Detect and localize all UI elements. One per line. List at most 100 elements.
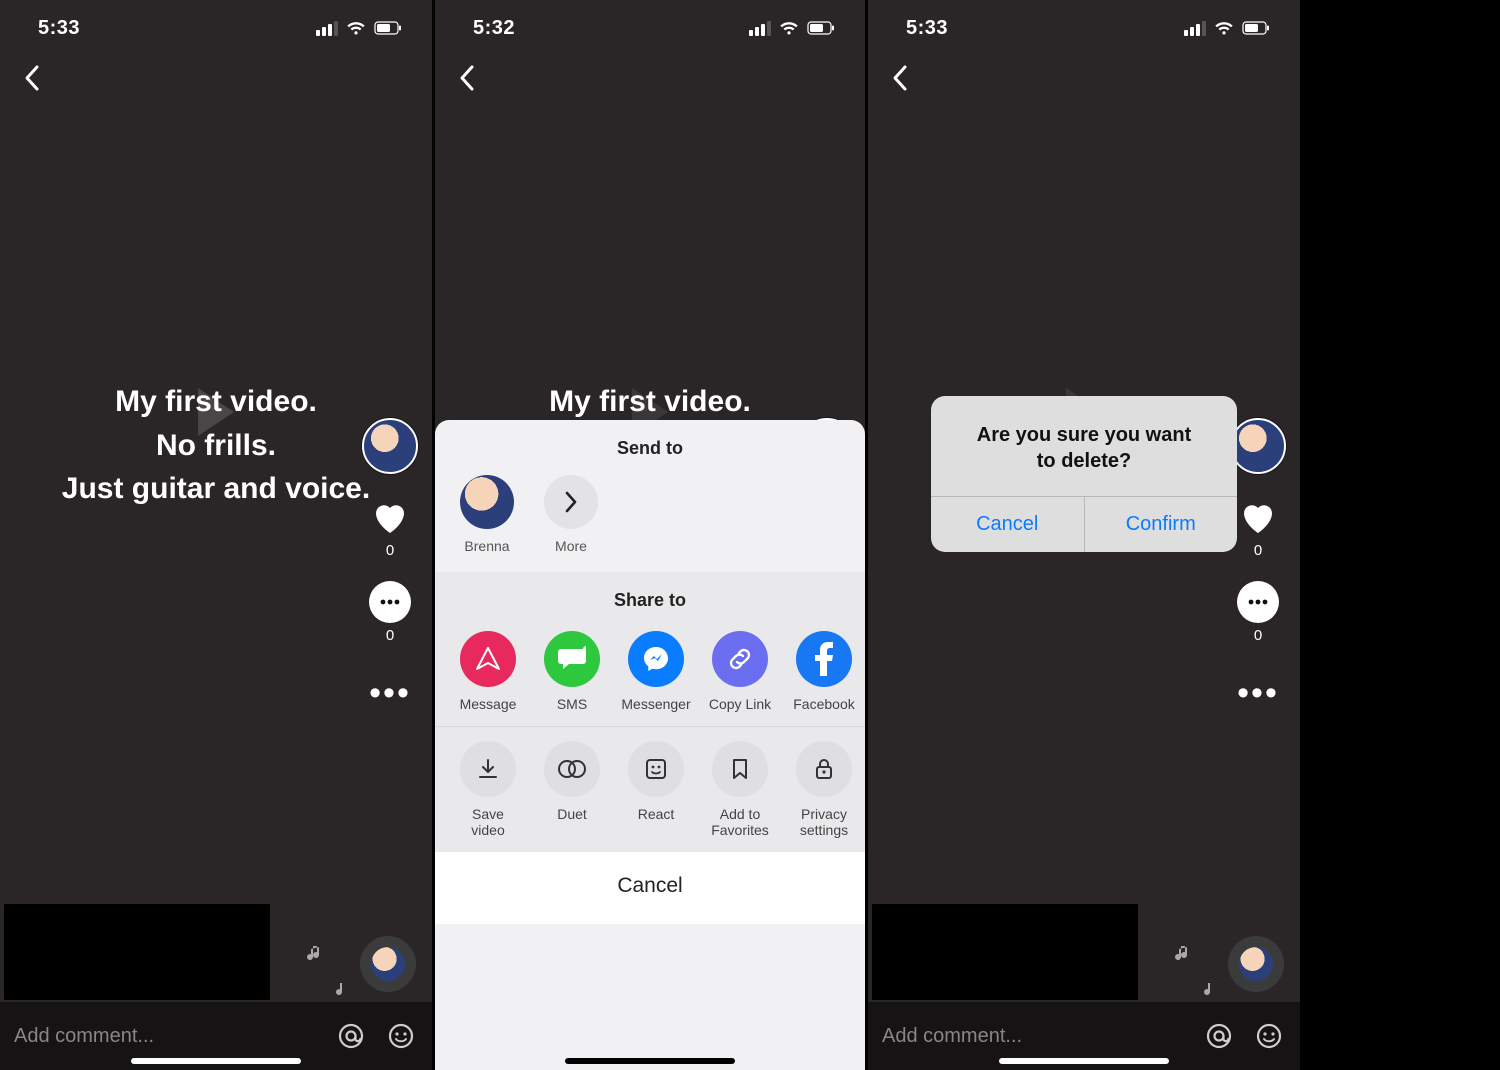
- like-button[interactable]: 0: [1237, 496, 1279, 559]
- comment-count: 0: [386, 627, 394, 644]
- delete-confirm-alert: Are you sure you wantto delete? Cancel C…: [931, 396, 1237, 552]
- chevron-left-icon: [457, 64, 477, 92]
- right-action-rail: 0 0 •••: [358, 418, 422, 710]
- send-to-title: Send to: [435, 420, 865, 469]
- comment-button[interactable]: 0: [1237, 581, 1279, 644]
- share-sms[interactable]: SMS: [541, 631, 603, 712]
- action-label: Duet: [557, 806, 587, 822]
- more-icon: [544, 475, 598, 529]
- share-to-title: Share to: [435, 586, 865, 621]
- status-indicators: [1184, 21, 1270, 36]
- alert-cancel-button[interactable]: Cancel: [931, 497, 1084, 552]
- share-copylink[interactable]: Copy Link: [709, 631, 771, 712]
- wifi-icon: [779, 21, 799, 36]
- wifi-icon: [1214, 21, 1234, 36]
- messenger-icon: [628, 631, 684, 687]
- status-bar: 5:33: [868, 0, 1300, 56]
- action-save-video[interactable]: Save video: [457, 741, 519, 838]
- comment-button[interactable]: 0: [369, 581, 411, 644]
- mention-button[interactable]: [1202, 1019, 1236, 1053]
- sound-thumbnail: [872, 904, 1138, 1000]
- home-indicator[interactable]: [565, 1058, 735, 1064]
- phone-screen-3: 5:33 0 0 ••• Are you sure you wantto del…: [868, 0, 1300, 1070]
- share-facebook[interactable]: Facebook: [793, 631, 855, 712]
- message-icon: [460, 631, 516, 687]
- action-label: React: [638, 806, 675, 822]
- heart-icon: [1237, 496, 1279, 538]
- author-avatar[interactable]: [1230, 418, 1286, 474]
- cellular-icon: [1184, 21, 1206, 36]
- alert-confirm-button[interactable]: Confirm: [1084, 497, 1238, 552]
- share-messenger[interactable]: Messenger: [625, 631, 687, 712]
- back-button[interactable]: [878, 56, 922, 100]
- download-icon: [460, 741, 516, 797]
- back-button[interactable]: [445, 56, 489, 100]
- react-icon: [628, 741, 684, 797]
- status-bar: 5:32: [435, 0, 865, 56]
- lock-icon: [796, 741, 852, 797]
- caption-line: My first video.: [435, 380, 865, 424]
- sms-icon: [544, 631, 600, 687]
- emoji-button[interactable]: [1252, 1019, 1286, 1053]
- home-indicator[interactable]: [999, 1058, 1169, 1064]
- share-label: Facebook: [793, 696, 854, 712]
- back-button[interactable]: [10, 56, 54, 100]
- share-sheet: Send to Brenna More Share to Message: [435, 420, 865, 1070]
- at-icon: [1205, 1022, 1233, 1050]
- share-label: Message: [460, 696, 517, 712]
- more-options-button[interactable]: •••: [1237, 666, 1279, 710]
- emoji-button[interactable]: [384, 1019, 418, 1053]
- action-privacy[interactable]: Privacysettings: [793, 741, 855, 838]
- chevron-right-icon: [563, 491, 579, 513]
- battery-icon: [807, 21, 835, 35]
- comment-input[interactable]: Add comment...: [882, 1025, 1186, 1048]
- music-note-icon: [333, 982, 347, 998]
- phone-screen-2: 5:32 My first video. Send to Brenna More: [435, 0, 865, 1070]
- share-message[interactable]: Message: [457, 631, 519, 712]
- send-to-more[interactable]: More: [541, 475, 601, 554]
- send-to-row: Brenna More: [435, 469, 865, 572]
- music-note-icon: [1201, 982, 1215, 998]
- phone-screen-1: 5:33 My first video. No frills. Just gui…: [0, 0, 432, 1070]
- chevron-left-icon: [22, 64, 42, 92]
- duet-icon: [544, 741, 600, 797]
- cancel-button[interactable]: Cancel: [435, 852, 865, 924]
- sound-thumbnail: [4, 904, 270, 1000]
- spinning-record[interactable]: [360, 936, 416, 992]
- share-label: Copy Link: [709, 696, 771, 712]
- author-avatar[interactable]: [362, 418, 418, 474]
- music-note-icon: [306, 944, 324, 964]
- sound-info-row: [0, 882, 432, 1002]
- home-indicator[interactable]: [131, 1058, 301, 1064]
- status-time: 5:33: [906, 17, 948, 40]
- mention-button[interactable]: [334, 1019, 368, 1053]
- heart-icon: [369, 496, 411, 538]
- comment-input[interactable]: Add comment...: [14, 1025, 318, 1048]
- like-button[interactable]: 0: [369, 496, 411, 559]
- friend-label: Brenna: [464, 538, 509, 554]
- battery-icon: [1242, 21, 1270, 35]
- spinning-record[interactable]: [1228, 936, 1284, 992]
- share-to-row: Message SMS Messenger Copy Link Facebook: [435, 621, 865, 726]
- bookmark-icon: [712, 741, 768, 797]
- smiley-icon: [1255, 1022, 1283, 1050]
- status-time: 5:32: [473, 17, 515, 40]
- like-count: 0: [386, 542, 394, 559]
- smiley-icon: [387, 1022, 415, 1050]
- sound-info-row: [868, 882, 1300, 1002]
- more-label: More: [555, 538, 587, 554]
- share-label: SMS: [557, 696, 587, 712]
- comment-icon: [1237, 581, 1279, 623]
- more-options-button[interactable]: •••: [369, 666, 411, 710]
- action-row: Save video Duet React Add toFavorites Pr…: [435, 727, 865, 852]
- video-caption: My first video.: [435, 380, 865, 424]
- action-duet[interactable]: Duet: [541, 741, 603, 838]
- action-favorite[interactable]: Add toFavorites: [709, 741, 771, 838]
- send-to-friend[interactable]: Brenna: [457, 475, 517, 554]
- status-indicators: [316, 21, 402, 36]
- action-react[interactable]: React: [625, 741, 687, 838]
- caption-line: My first video.: [0, 380, 432, 424]
- friend-avatar: [460, 475, 514, 529]
- music-note-icon: [1174, 944, 1192, 964]
- wifi-icon: [346, 21, 366, 36]
